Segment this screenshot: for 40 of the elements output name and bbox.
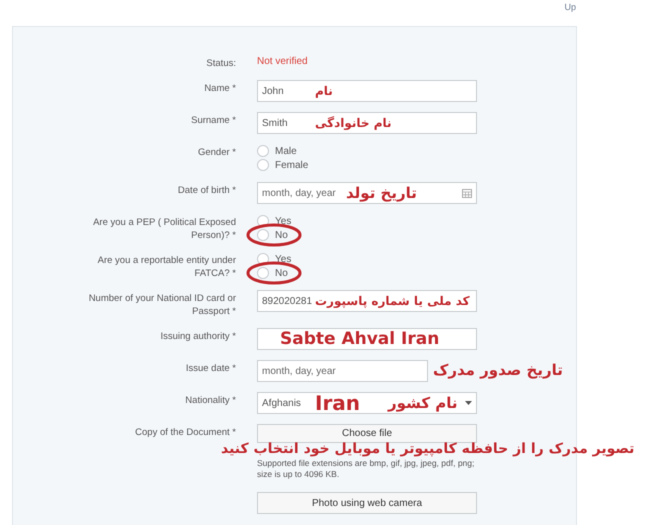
radio-label: Male — [275, 144, 297, 158]
annotation-text: کد ملی یا شماره پاسپورت — [315, 295, 470, 307]
choose-file-button[interactable]: Choose file — [257, 424, 477, 443]
date-field[interactable]: month, day, year — [257, 360, 428, 382]
field-label: Surname * — [190, 114, 236, 127]
field-label: Nationality * — [184, 394, 236, 407]
field-label: Gender * — [196, 146, 236, 159]
field-label: Issuing authority * — [159, 330, 236, 343]
field-label: Copy of the Document * — [134, 426, 236, 439]
annotation-text: نام کشور — [388, 396, 458, 410]
annotation-text: تصویر مدرک را از حافظه کامپیوتر یا موبایل خود انتخاب کنید — [221, 442, 634, 456]
field-label: Are you a reportable entity under FATCA? * — [96, 254, 236, 280]
annotation-text: Sabte Ahval Iran — [280, 331, 440, 348]
field-label: Are you a PEP ( Political Exposed Person)? * — [92, 216, 236, 242]
annotation-text: نام خانوادگی — [315, 117, 392, 129]
annotation-text: تاریخ تولد — [346, 186, 417, 201]
radio-label: Female — [275, 158, 308, 172]
calendar-icon — [462, 188, 472, 198]
field-label: Status: — [205, 57, 236, 70]
radio-label: Yes — [275, 214, 292, 228]
radio-button[interactable] — [257, 159, 269, 171]
radio-label: No — [275, 228, 288, 242]
annotation-text: Iran — [315, 393, 360, 413]
web-camera-button[interactable]: Photo using web camera — [257, 492, 477, 514]
field-label: Date of birth * — [176, 184, 236, 197]
up-link[interactable]: Up — [564, 1, 576, 26]
dropdown-caret-icon — [465, 401, 472, 405]
radio-button[interactable] — [257, 145, 269, 157]
text-field[interactable]: Sabte Ahval Iran — [257, 328, 477, 350]
radio-label: Yes — [275, 252, 292, 266]
status-value: Not verified — [257, 55, 309, 69]
radio-button[interactable] — [257, 229, 269, 241]
field-label: Number of your National ID card or Passport * — [88, 292, 236, 318]
field-label: Name * — [203, 82, 236, 95]
file-hint: Supported file extensions are bmp, gif, jpg, jpeg, pdf, png; size is up to 4096 KB. — [257, 458, 476, 480]
annotation-text: تاریخ صدور مدرک — [433, 363, 563, 378]
radio-label: No — [275, 266, 288, 280]
annotation-text: نام — [315, 85, 333, 97]
field-label: Issue date * — [184, 362, 236, 375]
radio-button[interactable] — [257, 267, 269, 279]
